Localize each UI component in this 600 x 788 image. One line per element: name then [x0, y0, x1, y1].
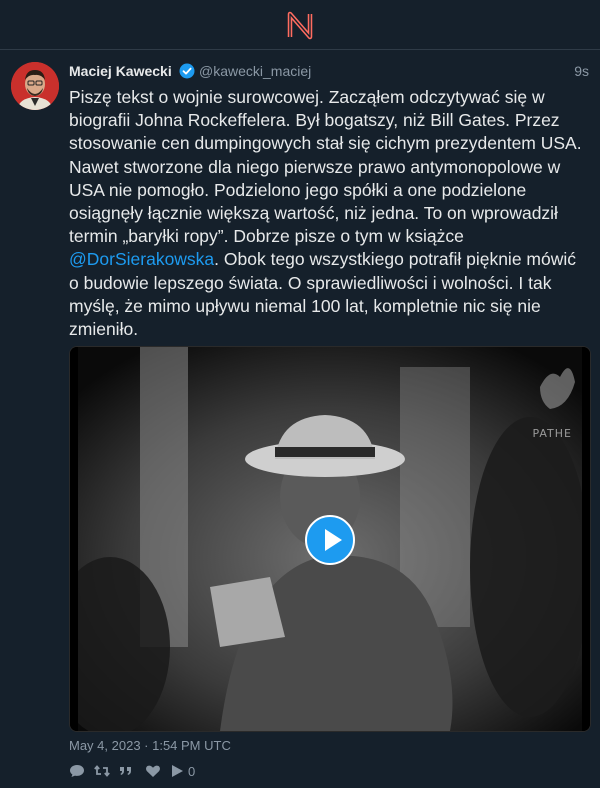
video-watermark: PATHE — [532, 427, 572, 440]
tweet-text-part-1: Piszę tekst o wojnie surowcowej. Zacząłe… — [69, 87, 587, 247]
avatar-portrait-icon — [11, 62, 59, 110]
play-button[interactable] — [305, 515, 355, 565]
tweet: Maciej Kawecki @kawecki_maciej 9s Piszę … — [0, 50, 600, 788]
tweet-text: Piszę tekst o wojnie surowcowej. Zacząłe… — [69, 86, 589, 341]
mention-link[interactable]: @DorSierakowska — [69, 249, 214, 269]
top-bar — [0, 0, 600, 50]
heart-icon[interactable] — [145, 763, 161, 779]
author-name[interactable]: Maciej Kawecki — [69, 63, 172, 79]
tweet-date[interactable]: May 4, 2023 · 1:54 PM UTC — [69, 738, 231, 753]
tweet-header: Maciej Kawecki @kawecki_maciej 9s — [69, 62, 589, 82]
author-handle[interactable]: @kawecki_maciej — [199, 63, 311, 79]
retweet-icon[interactable] — [94, 763, 110, 779]
nitter-logo-icon[interactable] — [286, 10, 314, 40]
tweet-timestamp[interactable]: 9s — [574, 63, 589, 79]
quote-icon[interactable] — [119, 763, 133, 779]
verified-badge-icon — [179, 63, 195, 79]
video-player[interactable]: PATHE — [69, 346, 591, 732]
play-count: 0 — [188, 764, 196, 779]
avatar[interactable] — [11, 62, 59, 110]
play-icon[interactable] — [170, 763, 184, 779]
comment-icon[interactable] — [69, 763, 85, 779]
